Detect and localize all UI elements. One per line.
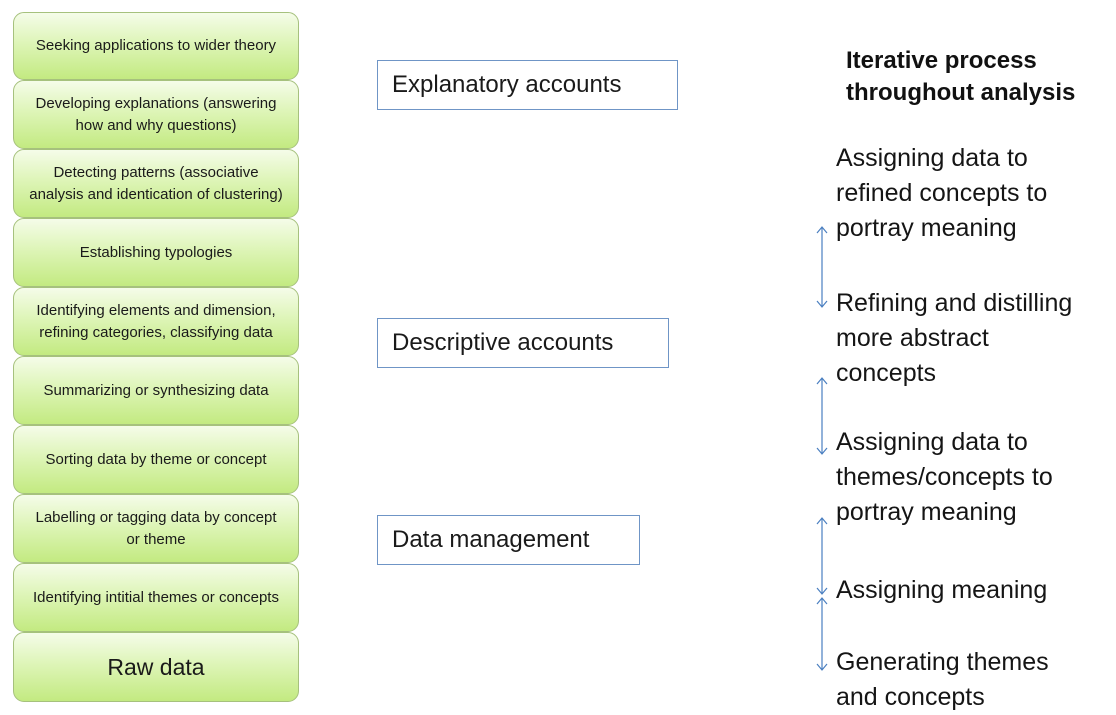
- stage-box-developing-explanations: Developing explanations (answering how a…: [13, 80, 299, 149]
- stage-label: Seeking applications to wider theory: [35, 37, 277, 54]
- stage-box-sorting-data: Sorting data by theme or concept: [13, 425, 299, 494]
- step-line: and concepts: [836, 683, 985, 711]
- step-line: Generating themes: [836, 648, 1049, 676]
- double-arrow-icon: [816, 517, 828, 595]
- process-step-assigning-themes-concepts: Assigning data to themes/concepts to por…: [836, 425, 1053, 530]
- data-management-label: Data management: [392, 526, 590, 553]
- explanatory-accounts-label: Explanatory accounts: [392, 71, 622, 98]
- data-management-box: Data management: [377, 515, 640, 565]
- stage-box-seeking-applications: Seeking applications to wider theory: [13, 12, 299, 80]
- step-line: themes/concepts to: [836, 463, 1053, 491]
- stage-label: Detecting patterns (associative analysis…: [29, 163, 283, 203]
- stage-box-labelling-data: Labelling or tagging data by concept or …: [13, 494, 299, 563]
- double-arrow-icon: [816, 226, 828, 308]
- step-line: concepts: [836, 359, 937, 387]
- stage-label: Developing explanations (answering how a…: [35, 94, 277, 134]
- iterative-process-title: Iterative process throughout analysis: [846, 45, 1075, 109]
- step-line: portray meaning: [836, 498, 1017, 526]
- double-arrow-icon: [816, 377, 828, 455]
- stage-label: Labelling or tagging data by concept or …: [35, 508, 277, 548]
- iterative-title-line-1: Iterative process: [846, 47, 1037, 74]
- descriptive-accounts-box: Descriptive accounts: [377, 318, 669, 368]
- step-line: Assigning data to: [836, 144, 1028, 172]
- stage-box-establishing-typologies: Establishing typologies: [13, 218, 299, 287]
- step-line: portray meaning: [836, 214, 1017, 242]
- stage-label: Sorting data by theme or concept: [45, 450, 267, 468]
- stage-box-identifying-elements: Identifying elements and dimension, refi…: [13, 287, 299, 356]
- stage-label: Raw data: [107, 654, 205, 680]
- stage-box-raw-data: Raw data: [13, 632, 299, 702]
- double-arrow-icon: [816, 597, 828, 671]
- stage-box-summarizing-data: Summarizing or synthesizing data: [13, 356, 299, 425]
- iterative-title-line-2: throughout analysis: [846, 79, 1076, 106]
- process-step-assigning-refined-concepts: Assigning data to refined concepts to po…: [836, 141, 1047, 246]
- stage-label: Identifying intitial themes or concepts: [33, 588, 279, 606]
- descriptive-accounts-label: Descriptive accounts: [392, 329, 614, 356]
- stage-box-identifying-initial-themes: Identifying intitial themes or concepts: [13, 563, 299, 632]
- step-line: Assigning data to: [836, 428, 1028, 456]
- step-line: more abstract: [836, 324, 989, 352]
- step-line: Assigning meaning: [836, 576, 1048, 604]
- explanatory-accounts-box: Explanatory accounts: [377, 60, 678, 110]
- step-line: refined concepts to: [836, 179, 1048, 207]
- stage-box-detecting-patterns: Detecting patterns (associative analysis…: [13, 149, 299, 218]
- process-step-refining-abstract-concepts: Refining and distilling more abstract co…: [836, 286, 1072, 391]
- stage-label: Identifying elements and dimension, refi…: [36, 301, 276, 341]
- step-line: Refining and distilling: [836, 289, 1073, 317]
- process-step-generating-themes: Generating themes and concepts: [836, 645, 1049, 715]
- stage-label: Establishing typologies: [79, 243, 233, 261]
- stage-label: Summarizing or synthesizing data: [43, 381, 269, 399]
- process-step-assigning-meaning: Assigning meaning: [836, 573, 1047, 608]
